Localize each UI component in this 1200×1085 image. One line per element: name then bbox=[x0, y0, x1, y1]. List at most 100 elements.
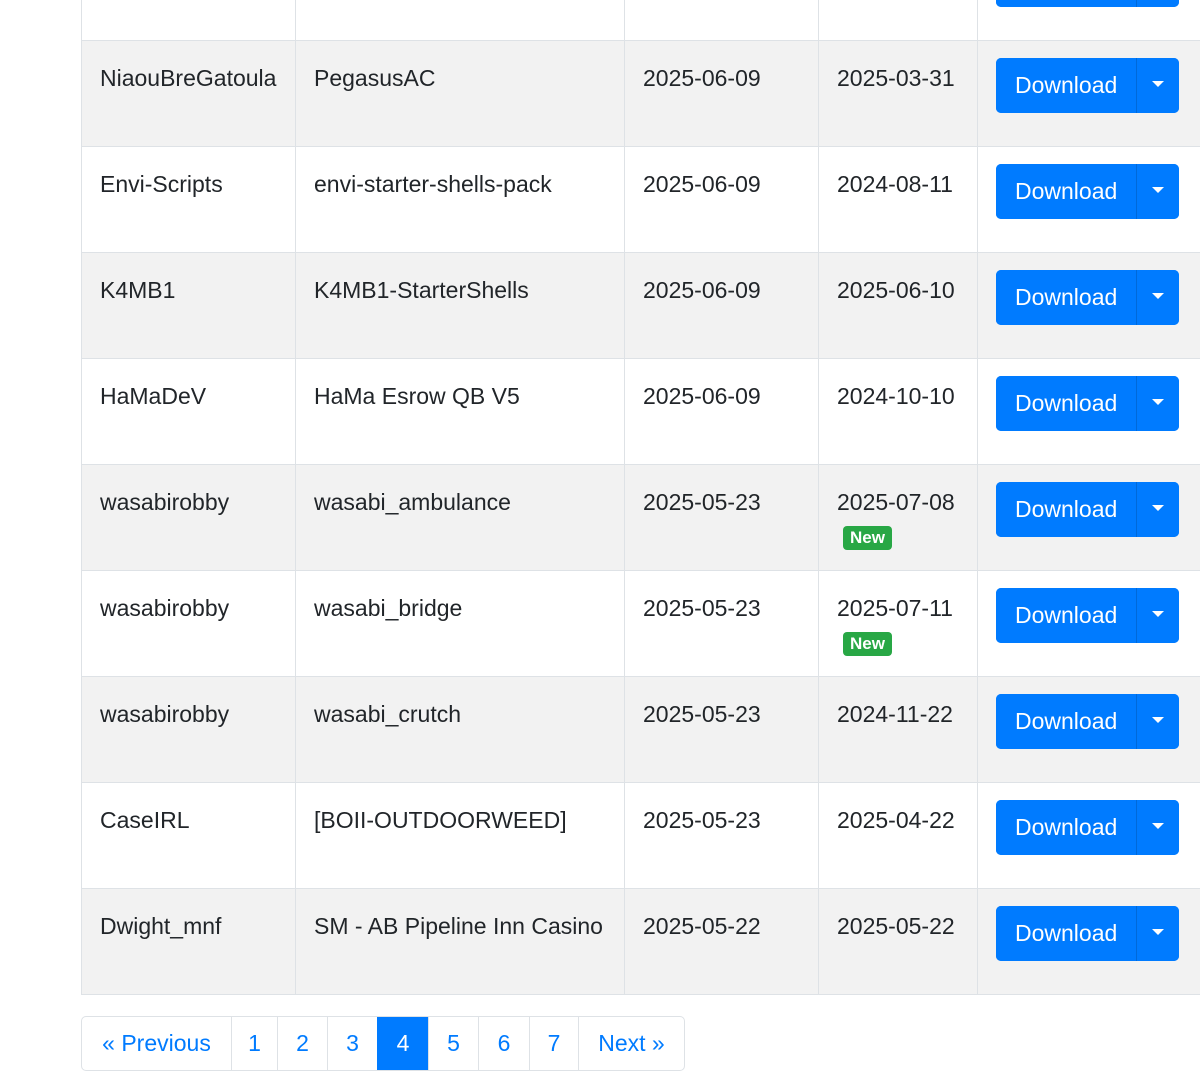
caret-down-icon bbox=[1152, 186, 1164, 193]
pagination-previous[interactable]: « Previous bbox=[82, 1017, 231, 1070]
cell-release-date: 2025-04-22 bbox=[818, 782, 978, 889]
cell-author: K4MB1 bbox=[81, 252, 296, 359]
release-date-text: 2024-08-11 bbox=[837, 171, 953, 197]
cell-updated-date: 2025-05-22 bbox=[624, 888, 819, 995]
download-dropdown-toggle[interactable] bbox=[1136, 906, 1179, 961]
download-button[interactable]: Download bbox=[996, 694, 1136, 749]
cell-author bbox=[81, 0, 296, 41]
download-dropdown-toggle[interactable] bbox=[1136, 58, 1179, 113]
cell-author: Envi-Scripts bbox=[81, 146, 296, 253]
cell-script-name: SM - AB Pipeline Inn Casino bbox=[295, 888, 625, 995]
caret-down-icon bbox=[1152, 292, 1164, 299]
cell-release-date: 2025-06-10 bbox=[818, 252, 978, 359]
release-date-text: 2024-10-10 bbox=[837, 383, 955, 409]
new-badge: New bbox=[843, 632, 892, 656]
pagination-page-1[interactable]: 1 bbox=[231, 1017, 277, 1070]
download-button-group: Download bbox=[996, 164, 1179, 219]
cell-author: CaseIRL bbox=[81, 782, 296, 889]
new-badge: New bbox=[843, 526, 892, 550]
caret-down-icon bbox=[1152, 504, 1164, 511]
cell-updated-date: 2025-05-23 bbox=[624, 676, 819, 783]
release-date-text: 2025-03-31 bbox=[837, 65, 955, 91]
download-dropdown-toggle[interactable] bbox=[1136, 270, 1179, 325]
cell-updated-date: 2025-06-09 bbox=[624, 146, 819, 253]
cell-release-date: 2025-05-22 bbox=[818, 888, 978, 995]
download-button[interactable]: Download bbox=[996, 270, 1136, 325]
download-dropdown-toggle[interactable] bbox=[1136, 376, 1179, 431]
release-date-text: 2025-07-11 bbox=[837, 595, 953, 621]
download-button-group: Download bbox=[996, 694, 1179, 749]
cell-script-name: envi-starter-shells-pack bbox=[295, 146, 625, 253]
pagination-next[interactable]: Next » bbox=[578, 1017, 684, 1070]
cell-script-name: PegasusAC bbox=[295, 40, 625, 147]
pagination-page-4-current[interactable]: 4 bbox=[377, 1017, 428, 1070]
cell-action: Download bbox=[977, 782, 1200, 889]
cell-action: Download bbox=[977, 888, 1200, 995]
cell-author: wasabirobby bbox=[81, 464, 296, 571]
download-button[interactable]: Download bbox=[996, 376, 1136, 431]
caret-down-icon bbox=[1152, 398, 1164, 405]
cell-author: HaMaDeV bbox=[81, 358, 296, 465]
pagination-page-3[interactable]: 3 bbox=[327, 1017, 377, 1070]
cell-release-date: 2024-11-22 bbox=[818, 676, 978, 783]
cell-script-name: [BOII-OUTDOORWEED] bbox=[295, 782, 625, 889]
table-row: NiaouBreGatoula PegasusAC 2025-06-09 2025-0… bbox=[81, 40, 1200, 147]
pagination-page-5[interactable]: 5 bbox=[428, 1017, 478, 1070]
download-button[interactable]: Download bbox=[996, 906, 1136, 961]
cell-script-name: wasabi_crutch bbox=[295, 676, 625, 783]
download-button-group: Download bbox=[996, 906, 1179, 961]
cell-release-date: 2024-08-11 bbox=[818, 146, 978, 253]
download-dropdown-toggle[interactable] bbox=[1136, 0, 1179, 7]
pagination-page-6[interactable]: 6 bbox=[478, 1017, 529, 1070]
pagination-page-2[interactable]: 2 bbox=[277, 1017, 327, 1070]
cell-release-date: 2025-03-31 bbox=[818, 40, 978, 147]
download-button[interactable]: Download bbox=[996, 482, 1136, 537]
download-button-group: Download bbox=[996, 800, 1179, 855]
cell-action: Download bbox=[977, 464, 1200, 571]
cell-updated-date: 2025-06-09 bbox=[624, 252, 819, 359]
cell-author: Dwight_mnf bbox=[81, 888, 296, 995]
cell-script-name: K4MB1-StarterShells bbox=[295, 252, 625, 359]
page: 20DownloadNiaouBreGatoulaPegasusAC2025-0… bbox=[0, 0, 1200, 1085]
cell-action: Download bbox=[977, 358, 1200, 465]
scripts-table-body: 20DownloadNiaouBreGatoulaPegasusAC2025-0… bbox=[81, 0, 1200, 995]
caret-down-icon bbox=[1152, 928, 1164, 935]
table-row: wasabirobby wasabi_bridge 2025-05-23 2025-0… bbox=[81, 570, 1200, 677]
cell-action: Download bbox=[977, 0, 1200, 41]
download-button-group: Download bbox=[996, 376, 1179, 431]
download-button[interactable]: Download bbox=[996, 0, 1136, 7]
cell-updated-date: 2025-05-23 bbox=[624, 782, 819, 889]
download-button[interactable]: Download bbox=[996, 800, 1136, 855]
download-dropdown-toggle[interactable] bbox=[1136, 588, 1179, 643]
download-dropdown-toggle[interactable] bbox=[1136, 800, 1179, 855]
cell-author: wasabirobby bbox=[81, 676, 296, 783]
cell-release-date: 2024-10-10 bbox=[818, 358, 978, 465]
download-dropdown-toggle[interactable] bbox=[1136, 482, 1179, 537]
cell-script-name bbox=[295, 0, 625, 41]
release-date-text: 2025-05-22 bbox=[837, 913, 955, 939]
cell-release-date: 2025-07-08 New bbox=[818, 464, 978, 571]
download-button[interactable]: Download bbox=[996, 164, 1136, 219]
pagination-page-7[interactable]: 7 bbox=[529, 1017, 578, 1070]
cell-script-name: wasabi_ambulance bbox=[295, 464, 625, 571]
cell-author: NiaouBreGatoula bbox=[81, 40, 296, 147]
download-button[interactable]: Download bbox=[996, 58, 1136, 113]
table-row: 20 Download bbox=[81, 0, 1200, 41]
cell-author: wasabirobby bbox=[81, 570, 296, 677]
caret-down-icon bbox=[1152, 716, 1164, 723]
release-date-text: 2025-07-08 bbox=[837, 489, 955, 515]
download-button-group: Download bbox=[996, 58, 1179, 113]
download-dropdown-toggle[interactable] bbox=[1136, 164, 1179, 219]
scripts-table: 20DownloadNiaouBreGatoulaPegasusAC2025-0… bbox=[81, 0, 1200, 995]
download-dropdown-toggle[interactable] bbox=[1136, 694, 1179, 749]
caret-down-icon bbox=[1152, 610, 1164, 617]
cell-script-name: HaMa Esrow QB V5 bbox=[295, 358, 625, 465]
download-button-group: Download bbox=[996, 0, 1179, 7]
download-button[interactable]: Download bbox=[996, 588, 1136, 643]
table-row: wasabirobby wasabi_crutch 2025-05-23 2024-1… bbox=[81, 676, 1200, 783]
download-button-group: Download bbox=[996, 270, 1179, 325]
caret-down-icon bbox=[1152, 80, 1164, 87]
cell-action: Download bbox=[977, 570, 1200, 677]
cell-script-name: wasabi_bridge bbox=[295, 570, 625, 677]
release-date-text: 2025-04-22 bbox=[837, 807, 955, 833]
